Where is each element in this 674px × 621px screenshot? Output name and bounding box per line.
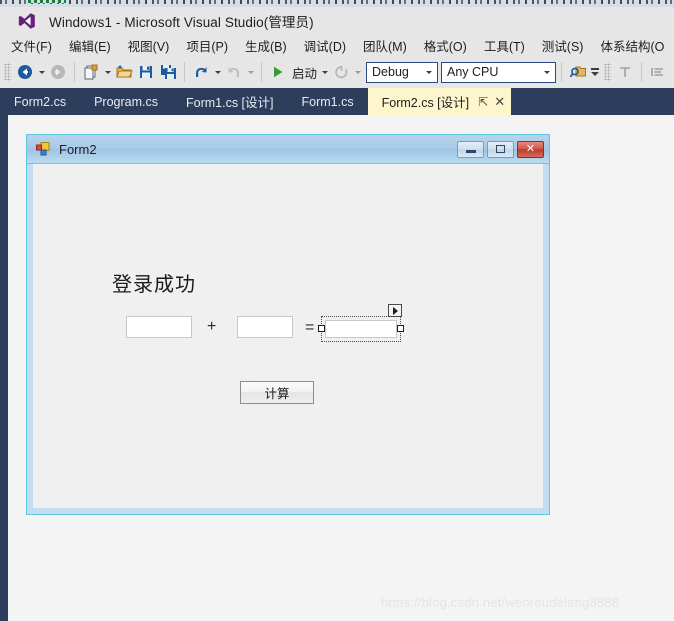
form-close-button[interactable]: ✕ (517, 140, 544, 158)
chevron-down-icon[interactable] (421, 70, 437, 74)
platform-value: Any CPU (447, 65, 499, 79)
toolbar-separator (184, 62, 185, 82)
save-all-icon[interactable] (157, 61, 179, 83)
maximize-icon (496, 145, 505, 153)
result-textbox[interactable] (325, 320, 397, 338)
chevron-down-icon[interactable] (539, 70, 555, 74)
watermark-text: https://blog.csdn.net/wenroudelang8888 (381, 595, 620, 610)
start-play-icon[interactable] (267, 61, 289, 83)
calculate-button[interactable]: 计算 (240, 381, 314, 404)
menu-item-build[interactable]: 生成(B) (245, 36, 287, 55)
menu-item-test[interactable]: 测试(S) (542, 36, 584, 55)
label-login-success: 登录成功 (112, 274, 196, 296)
menu-item-edit[interactable]: 编辑(E) (69, 36, 111, 55)
tab-label: Form2.cs (14, 94, 67, 109)
configuration-value: Debug (372, 65, 409, 79)
windows-form-icon (35, 141, 51, 157)
visual-studio-window: Windows1 - Microsoft Visual Studio(管理员) … (0, 0, 674, 621)
redo-icon (223, 61, 245, 83)
tab-label: Program.cs (94, 94, 158, 109)
minimize-icon (465, 150, 476, 153)
selection-handle-icon[interactable] (397, 325, 404, 332)
cropped-top-strip-accent (28, 0, 66, 3)
result-textbox-selection[interactable] (318, 304, 404, 342)
visual-studio-logo-icon (18, 12, 36, 30)
undo-icon[interactable] (190, 61, 212, 83)
window-title: Windows1 - Microsoft Visual Studio(管理员) (49, 14, 314, 30)
find-in-files-icon[interactable] (567, 61, 589, 83)
tab-program-cs[interactable]: Program.cs (80, 88, 172, 115)
menu-item-architecture[interactable]: 体系结构(O (600, 36, 664, 55)
toolbar-separator (74, 62, 75, 82)
toolbar-grip-secondary[interactable] (604, 63, 612, 81)
form-title-bar[interactable]: Form2 ✕ (27, 135, 549, 164)
form-client-area[interactable]: 登录成功 + = 计算 (33, 164, 543, 508)
save-icon[interactable] (135, 61, 157, 83)
start-dropdown[interactable] (319, 61, 330, 83)
start-label[interactable]: 启动 (292, 63, 317, 82)
tab-label: Form2.cs [设计] (381, 96, 470, 110)
operand-a-textbox[interactable] (126, 316, 192, 338)
restart-dropdown (352, 61, 363, 83)
left-dock-rail (0, 115, 8, 621)
operand-b-textbox[interactable] (237, 316, 293, 338)
toolbar-separator (261, 62, 262, 82)
new-item-dropdown[interactable] (102, 61, 113, 83)
menu-item-team[interactable]: 团队(M) (363, 36, 407, 55)
open-folder-icon[interactable] (113, 61, 135, 83)
navigate-back-dropdown[interactable] (36, 61, 47, 83)
toolbar-grip[interactable] (4, 63, 11, 81)
form-minimize-button[interactable] (457, 140, 484, 158)
pin-tab-icon[interactable]: ⇱ (478, 96, 488, 108)
smart-tag-arrow-icon[interactable] (388, 304, 402, 317)
form-maximize-button[interactable] (487, 140, 514, 158)
tab-form2-cs-design[interactable]: Form2.cs [设计] ⇱ ✕ (367, 88, 512, 115)
close-icon: ✕ (525, 142, 536, 155)
form-bottom-band (27, 508, 549, 514)
toolbar-overflow-icon[interactable] (589, 61, 600, 83)
cropped-top-strip-texture (0, 0, 674, 4)
title-bar: Windows1 - Microsoft Visual Studio(管理员) (0, 7, 674, 34)
cropped-top-strip (0, 0, 674, 7)
standard-toolbar: 启动 Debug Any CPU (0, 56, 674, 88)
platform-combobox[interactable]: Any CPU (441, 61, 557, 83)
toolbar-separator (561, 62, 563, 82)
restart-icon (330, 61, 352, 83)
redo-dropdown (245, 61, 256, 83)
menu-item-format[interactable]: 格式(O) (424, 36, 467, 55)
form-title-text: Form2 (59, 141, 97, 157)
close-tab-icon[interactable]: ✕ (494, 95, 505, 108)
menu-item-tools[interactable]: 工具(T) (484, 36, 525, 55)
tab-label: Form1.cs (301, 94, 354, 109)
tab-form2-cs[interactable]: Form2.cs (0, 88, 80, 115)
tab-form1-cs[interactable]: Form1.cs (288, 88, 368, 115)
form-window-controls: ✕ (457, 140, 544, 158)
menu-item-file[interactable]: 文件(F) (11, 36, 52, 55)
tab-label: Form1.cs [设计] (186, 96, 274, 110)
document-tab-strip: Form2.cs Program.cs Form1.cs [设计] Form1.… (0, 88, 674, 115)
selection-handle-icon[interactable] (318, 325, 325, 332)
toolbar-separator (641, 62, 643, 82)
navigate-forward-icon (47, 61, 69, 83)
menu-bar: 文件(F) 编辑(E) 视图(V) 项目(P) 生成(B) 调试(D) 团队(M… (0, 34, 674, 56)
form-designer-surface[interactable]: Form2 ✕ 登录成功 + = 计算 https://blog.csdn.ne… (8, 115, 674, 621)
configuration-combobox[interactable]: Debug (366, 61, 439, 83)
form2-design-window[interactable]: Form2 ✕ 登录成功 + = 计算 (26, 134, 550, 515)
undo-dropdown[interactable] (212, 61, 223, 83)
new-item-icon[interactable] (80, 61, 102, 83)
menu-item-project[interactable]: 项目(P) (186, 36, 228, 55)
align-to-grid-icon (614, 61, 636, 83)
navigate-back-icon[interactable] (14, 61, 36, 83)
plus-operator-label: + (207, 318, 217, 335)
menu-item-view[interactable]: 视图(V) (128, 36, 170, 55)
order-list-icon (647, 61, 669, 83)
equals-operator-label: = (305, 319, 315, 336)
menu-item-debug[interactable]: 调试(D) (304, 36, 346, 55)
tab-form1-cs-design[interactable]: Form1.cs [设计] (172, 88, 288, 115)
